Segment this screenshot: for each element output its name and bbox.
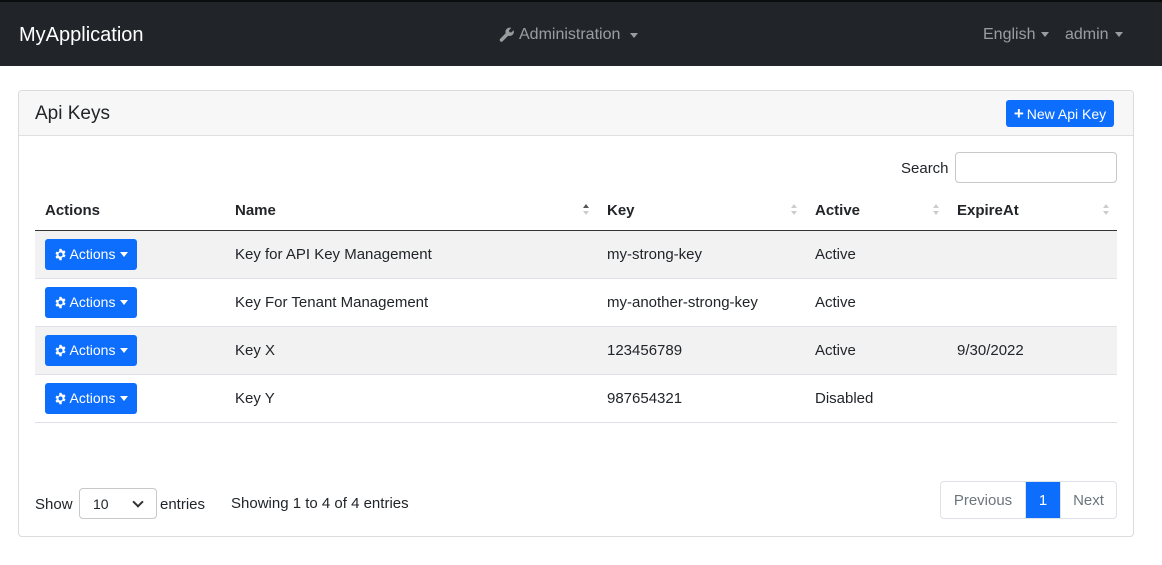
wrench-icon <box>499 27 514 42</box>
card-header: Api Keys + New Api Key <box>19 91 1133 136</box>
chevron-down-icon <box>630 32 639 38</box>
active-cell: Active <box>805 278 947 327</box>
gear-icon <box>54 344 66 356</box>
new-api-key-button[interactable]: + New Api Key <box>1006 100 1114 127</box>
chevron-down-icon <box>1114 32 1123 38</box>
page-length-value: 10 <box>93 495 109 512</box>
page-title: Api Keys <box>35 103 110 124</box>
search-input[interactable] <box>955 152 1117 183</box>
chevron-down-icon <box>132 496 144 508</box>
show-label: Show <box>35 496 73 513</box>
active-cell: Disabled <box>805 374 947 423</box>
actions-dropdown-button[interactable]: Actions <box>45 238 137 270</box>
key-cell: 123456789 <box>597 326 805 375</box>
expireat-cell <box>947 278 1117 327</box>
pagination: Previous 1 Next <box>940 481 1117 519</box>
expireat-cell <box>947 230 1117 279</box>
table-header-row: Actions Name Key Active ExpireAt <box>35 191 1117 231</box>
actions-cell: Actions <box>35 374 225 423</box>
sort-icon <box>933 204 939 215</box>
previous-page-button[interactable]: Previous <box>941 482 1026 518</box>
plus-icon: + <box>1013 104 1024 123</box>
table-row: Actions Key Y 987654321 Disabled <box>35 374 1117 423</box>
active-cell: Active <box>805 230 947 279</box>
top-navbar: MyApplication Administration English adm… <box>0 0 1162 66</box>
chevron-down-icon <box>120 395 129 401</box>
name-cell: Key Y <box>225 374 597 423</box>
chevron-down-icon <box>120 299 129 305</box>
brand-link[interactable]: MyApplication <box>19 24 144 47</box>
language-menu[interactable]: English <box>983 26 1050 44</box>
actions-cell: Actions <box>35 326 225 375</box>
name-cell: Key For Tenant Management <box>225 278 597 327</box>
actions-label: Actions <box>69 390 116 406</box>
column-header-actions: Actions <box>35 191 225 231</box>
active-cell: Active <box>805 326 947 375</box>
column-header-active[interactable]: Active <box>805 191 947 231</box>
gear-icon <box>54 248 66 260</box>
sort-icon <box>583 204 589 215</box>
sort-icon <box>1103 204 1109 215</box>
user-label: admin <box>1065 26 1109 43</box>
column-header-name[interactable]: Name <box>225 191 597 231</box>
name-cell: Key X <box>225 326 597 375</box>
table-row: Actions Key For Tenant Management my-ano… <box>35 278 1117 327</box>
administration-label: Administration <box>519 26 621 43</box>
table-row: Actions Key for API Key Management my-st… <box>35 230 1117 279</box>
page-length-select[interactable]: 10 <box>79 488 157 519</box>
gear-icon <box>54 392 66 404</box>
chevron-down-icon <box>120 347 129 353</box>
actions-cell: Actions <box>35 278 225 327</box>
api-keys-card: Api Keys + New Api Key Search Actions Na… <box>18 90 1134 537</box>
expireat-cell: 9/30/2022 <box>947 326 1117 375</box>
gear-icon <box>54 296 66 308</box>
column-header-key[interactable]: Key <box>597 191 805 231</box>
actions-label: Actions <box>69 342 116 358</box>
actions-label: Actions <box>69 294 116 310</box>
search-label: Search <box>901 160 949 177</box>
key-cell: my-another-strong-key <box>597 278 805 327</box>
next-page-button[interactable]: Next <box>1060 482 1116 518</box>
sort-icon <box>791 204 797 215</box>
actions-dropdown-button[interactable]: Actions <box>45 286 137 318</box>
column-header-expireat[interactable]: ExpireAt <box>947 191 1117 231</box>
entries-label: entries <box>160 496 206 513</box>
table-row: Actions Key X 123456789 Active 9/30/2022 <box>35 326 1117 375</box>
new-api-key-label: New Api Key <box>1026 105 1107 122</box>
administration-menu[interactable]: Administration <box>499 26 639 44</box>
table-info: Showing 1 to 4 of 4 entries <box>231 495 409 512</box>
api-keys-table: Actions Name Key Active ExpireAt Actions <box>35 191 1117 423</box>
name-cell: Key for API Key Management <box>225 230 597 279</box>
actions-dropdown-button[interactable]: Actions <box>45 382 137 414</box>
actions-dropdown-button[interactable]: Actions <box>45 334 137 366</box>
chevron-down-icon <box>120 251 129 257</box>
expireat-cell <box>947 374 1117 423</box>
language-label: English <box>983 26 1036 43</box>
key-cell: my-strong-key <box>597 230 805 279</box>
page-1-button[interactable]: 1 <box>1026 482 1060 518</box>
actions-label: Actions <box>69 246 116 262</box>
key-cell: 987654321 <box>597 374 805 423</box>
chevron-down-icon <box>1041 32 1050 38</box>
actions-cell: Actions <box>35 230 225 279</box>
user-menu[interactable]: admin <box>1065 26 1123 44</box>
